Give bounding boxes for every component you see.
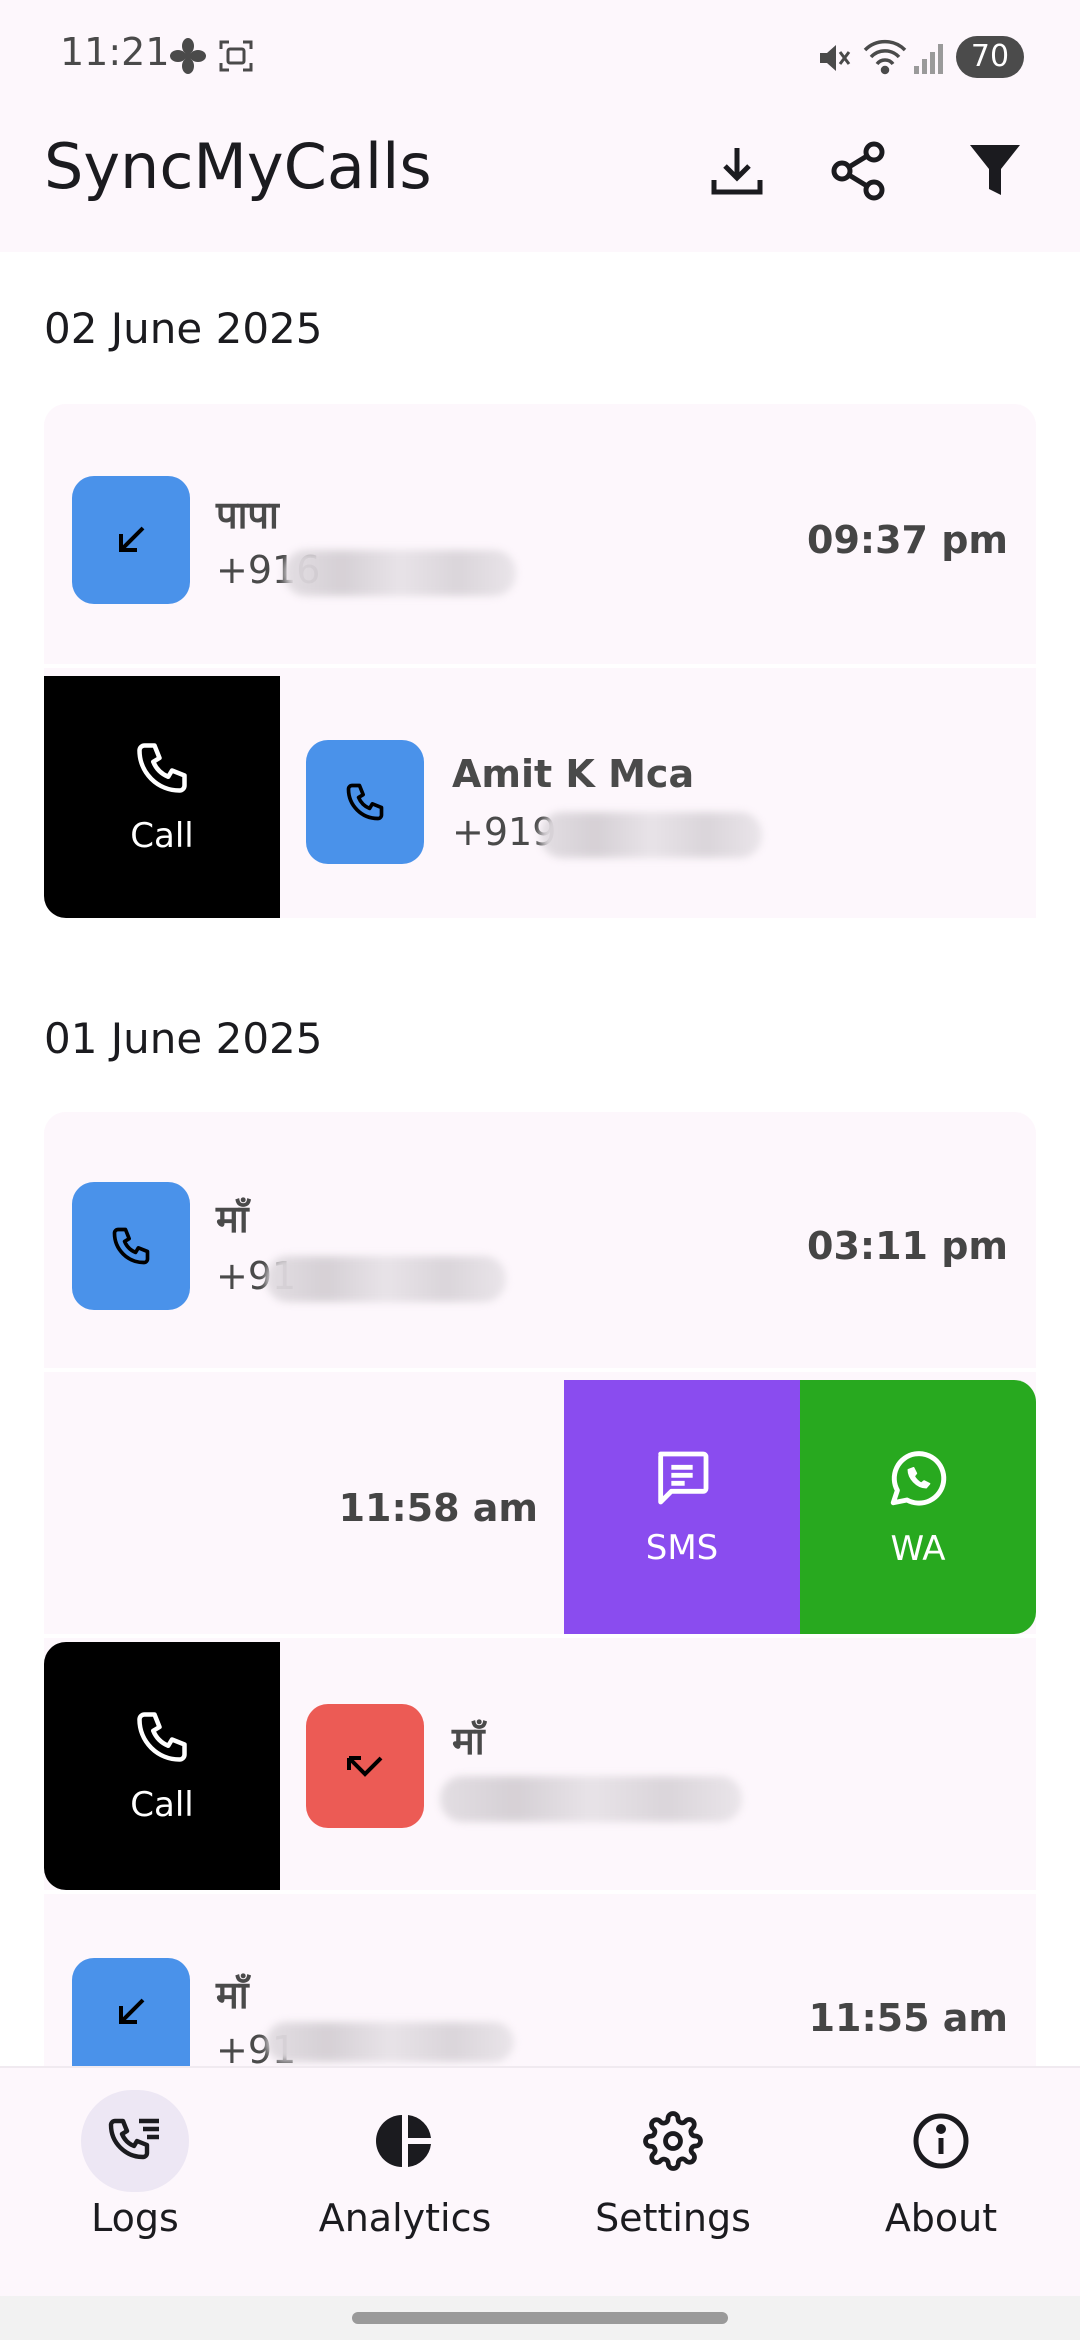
whatsapp-icon [890,1451,947,1506]
nav-item-analytics[interactable]: Analytics [290,2090,520,2240]
nav-label: About [884,2196,998,2240]
divider [44,1634,1036,1638]
sms-icon [658,1451,709,1505]
gesture-handle[interactable] [352,2312,728,2324]
pie-chart-icon [376,2115,431,2167]
redacted-number [266,2022,514,2062]
call-action-label: Call [130,1785,194,1825]
nav-label: Settings [595,2196,751,2240]
wifi-icon [862,36,908,76]
status-time: 11:21 [60,30,170,74]
phone-icon [137,1712,187,1762]
screenshot-icon [218,38,254,74]
battery-indicator: 70 [956,36,1024,78]
sms-action-label: SMS [645,1528,719,1568]
nav-label: Logs [91,2196,179,2240]
nav-item-settings[interactable]: Settings [558,2090,788,2240]
signal-icon [912,40,948,76]
nav-indicator [619,2090,727,2192]
call-action[interactable]: Call [44,676,280,918]
contact-name: माँ [216,1973,249,2017]
mute-icon [816,40,852,76]
contact-name: माँ [452,1719,485,1763]
outgoing-call-icon [306,740,424,864]
info-icon [913,2113,969,2169]
call-time: 11:55 am [808,1996,1008,2040]
call-time: 11:58 am [338,1486,538,1530]
nav-label: Analytics [318,2196,492,2240]
contact-name: पापा [216,493,279,537]
call-log-icon [108,2118,159,2160]
call-action-label: Call [130,816,194,856]
whatsapp-action-label: WA [890,1529,946,1569]
app-title: SyncMyCalls [44,130,432,203]
date-header: 02 June 2025 [44,304,323,353]
filter-button[interactable] [950,126,1040,216]
nav-indicator [887,2090,995,2192]
call-action[interactable]: Call [44,1642,280,1890]
sms-action[interactable]: SMS [564,1380,800,1634]
redacted-number [540,812,762,858]
outgoing-call-icon [72,1182,190,1310]
download-icon [711,148,763,195]
nav-indicator [81,2090,189,2192]
nav-item-logs[interactable]: Logs [20,2090,250,2240]
divider [44,1368,1036,1372]
fan-icon [170,38,206,74]
divider [44,664,1036,668]
gear-icon [643,2111,703,2171]
filter-icon [970,145,1020,195]
date-header: 01 June 2025 [44,1014,323,1063]
call-log-row[interactable] [44,1898,1036,2066]
nav-indicator [351,2090,459,2192]
contact-name: माँ [216,1197,249,1241]
redacted-number [284,550,516,596]
contact-name: Amit K Mca [452,752,695,796]
missed-call-icon [306,1704,424,1828]
incoming-call-icon [72,1958,190,2066]
call-time: 03:11 pm [807,1224,1008,1268]
redacted-number [440,1776,742,1822]
divider [44,1890,1036,1894]
share-icon [831,141,885,201]
incoming-call-icon [72,476,190,604]
nav-item-about[interactable]: About [826,2090,1056,2240]
share-button[interactable] [814,126,904,216]
phone-icon [137,743,187,793]
download-button[interactable] [692,126,782,216]
redacted-number [266,1256,506,1302]
whatsapp-action[interactable]: WA [800,1380,1036,1634]
call-time: 09:37 pm [807,518,1008,562]
